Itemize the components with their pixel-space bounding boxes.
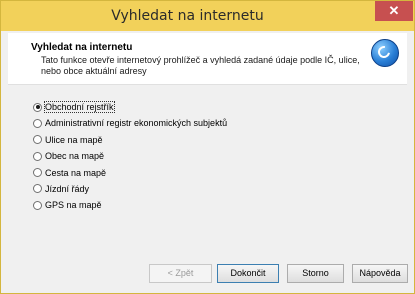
radio-icon[interactable] xyxy=(33,118,42,128)
option-cesta-na-mape[interactable]: Cesta na mapě xyxy=(33,166,227,180)
finish-button[interactable]: Dokončit xyxy=(217,264,279,283)
option-gps-na-mape[interactable]: GPS na mapě xyxy=(33,198,227,212)
search-options-group: Obchodní rejstřík Administrativní regist… xyxy=(33,100,227,215)
option-label: Administrativní registr ekonomických sub… xyxy=(45,118,228,129)
app-logo-icon xyxy=(371,39,399,67)
radio-icon[interactable] xyxy=(33,135,42,145)
radio-icon[interactable] xyxy=(33,102,42,112)
option-label: Jízdní řády xyxy=(45,183,90,194)
option-jizdni-rady[interactable]: Jízdní řády xyxy=(33,182,227,196)
title-bar[interactable]: Vyhledat na internetu ✕ xyxy=(1,1,414,31)
option-label: GPS na mapě xyxy=(45,200,102,211)
close-button[interactable]: ✕ xyxy=(375,1,413,21)
help-button[interactable]: Nápověda xyxy=(352,264,408,283)
radio-icon[interactable] xyxy=(33,151,42,161)
option-label: Cesta na mapě xyxy=(45,167,107,178)
option-ares[interactable]: Administrativní registr ekonomických sub… xyxy=(33,116,227,130)
window-title: Vyhledat na internetu xyxy=(111,8,264,24)
option-ulice-na-mape[interactable]: Ulice na mapě xyxy=(33,133,227,147)
radio-icon[interactable] xyxy=(33,184,42,194)
wizard-header: Vyhledat na internetu Tato funkce otevře… xyxy=(8,33,407,85)
options-panel: Obchodní rejstřík Administrativní regist… xyxy=(8,85,407,255)
button-bar: < Zpět Dokončit Storno Nápověda xyxy=(8,256,408,292)
radio-icon[interactable] xyxy=(33,168,42,178)
option-label: Obchodní rejstřík xyxy=(44,101,115,113)
cancel-button[interactable]: Storno xyxy=(287,264,344,283)
option-obec-na-mape[interactable]: Obec na mapě xyxy=(33,149,227,163)
option-label: Ulice na mapě xyxy=(45,134,103,145)
header-title: Vyhledat na internetu xyxy=(31,42,133,53)
radio-icon[interactable] xyxy=(33,200,42,210)
option-label: Obec na mapě xyxy=(45,151,105,162)
option-obchodni-rejstrik[interactable]: Obchodní rejstřík xyxy=(33,100,227,114)
back-button[interactable]: < Zpět xyxy=(149,264,212,283)
dialog-window: Vyhledat na internetu ✕ Vyhledat na inte… xyxy=(0,0,415,294)
header-description: Tato funkce otevře internetový prohlížeč… xyxy=(41,55,360,76)
